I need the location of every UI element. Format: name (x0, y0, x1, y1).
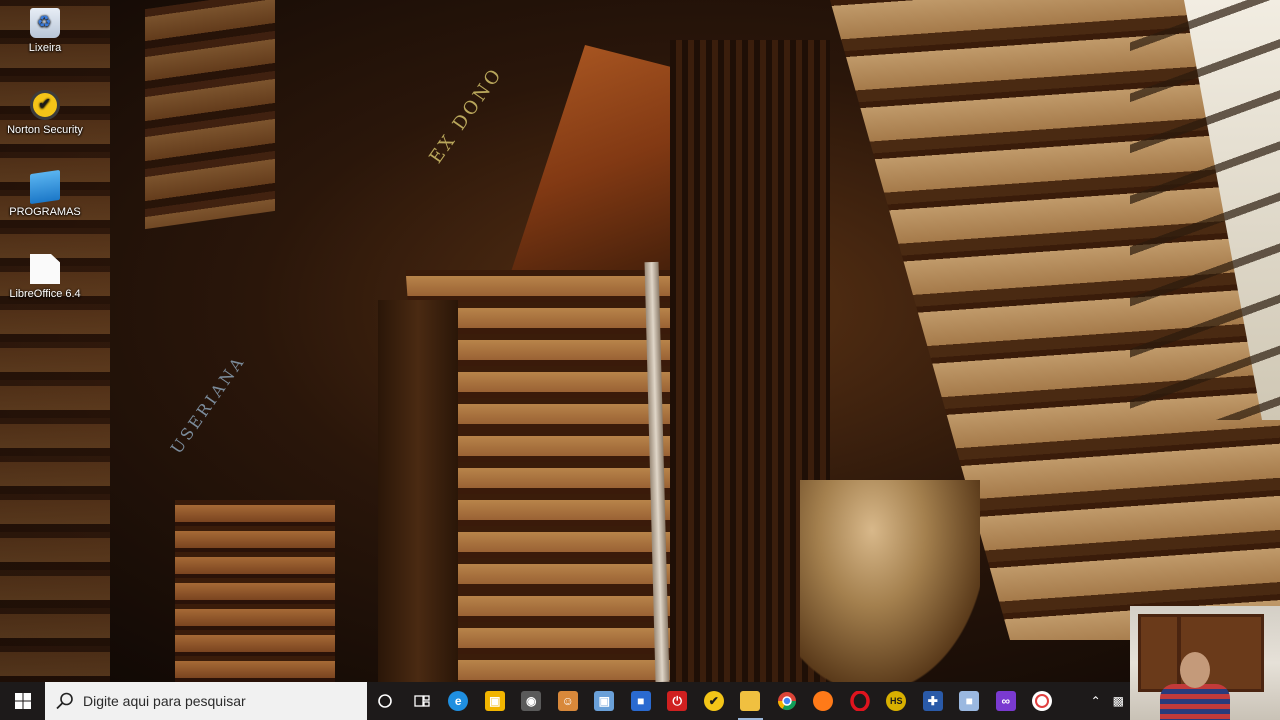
desktop-icon-norton-security[interactable]: Norton Security (0, 90, 90, 136)
taskbar-edge[interactable]: e (440, 682, 477, 720)
desktop-icon-libreoffice[interactable]: LibreOffice 6.4 (0, 254, 90, 300)
taskbar-file-explorer[interactable] (732, 682, 769, 720)
pillar-left (378, 300, 458, 682)
marble-bust (800, 480, 980, 682)
taskbar-app-red-circle[interactable] (1024, 682, 1061, 720)
taskbar-search-box[interactable]: Digite aqui para pesquisar (45, 682, 367, 720)
taskbar-power-red[interactable]: ⏻ (659, 682, 696, 720)
app-red-circle-icon (1032, 691, 1053, 711)
norton-taskbar-icon: ✔ (703, 691, 724, 711)
chevron-up-icon[interactable]: ⌃ (1091, 694, 1101, 708)
cortana-circle-icon (378, 694, 393, 708)
opera-icon (850, 691, 870, 711)
taskbar-app-blue[interactable]: ■ (623, 682, 660, 720)
hs-icon: HS (886, 691, 907, 711)
document-icon (30, 254, 60, 284)
edge-icon: e (448, 691, 469, 711)
taskbar: Digite aqui para pesquisar e ▣ ◉ ☺ ▣ ■ ⏻… (0, 682, 1280, 720)
webcam-overlay (1130, 606, 1280, 720)
app-blue-icon: ■ (630, 691, 651, 711)
file-explorer-icon (740, 691, 761, 711)
taskbar-chrome[interactable] (769, 682, 806, 720)
desktop-icon-programas[interactable]: PROGRAMAS (0, 169, 90, 218)
app-tool-icon: ✚ (922, 691, 943, 711)
search-icon (56, 692, 73, 710)
taskbar-cube-app[interactable]: ■ (951, 682, 988, 720)
desktop-icon-label: LibreOffice 6.4 (9, 288, 81, 300)
taskbar-app-photo[interactable]: ▣ (586, 682, 623, 720)
taskbar-opera[interactable] (842, 682, 879, 720)
desktop-icon-label: PROGRAMAS (9, 206, 81, 218)
taskbar-app-gray[interactable]: ◉ (513, 682, 550, 720)
taskbar-app-tool[interactable]: ✚ (915, 682, 952, 720)
app-orange-icon: ☺ (557, 691, 578, 711)
system-tray: ⌃ ▩ (1085, 682, 1130, 720)
desktop-icon-lixeira[interactable]: Lixeira (0, 8, 90, 54)
app-gray-icon: ◉ (521, 691, 542, 711)
store-icon: ▣ (484, 691, 505, 711)
library-ladder (1130, 0, 1280, 420)
norton-icon (30, 90, 60, 120)
windows-logo-icon (14, 693, 31, 709)
visual-studio-icon: ∞ (995, 691, 1016, 711)
network-icon[interactable]: ▩ (1113, 694, 1124, 708)
bookshelf-lower-left (175, 500, 335, 682)
bookshelf-upper-left (145, 0, 275, 230)
taskbar-visual-studio[interactable]: ∞ (988, 682, 1025, 720)
cube-icon: ■ (959, 691, 980, 711)
task-view-button[interactable] (404, 682, 441, 720)
desktop-wallpaper: EX DONO USERIANA (0, 0, 1280, 682)
taskbar-store[interactable]: ▣ (477, 682, 514, 720)
monitor-icon (30, 169, 60, 205)
engraving-useriana: USERIANA (166, 351, 249, 458)
power-red-icon: ⏻ (667, 691, 688, 711)
taskbar-app-orange[interactable]: ☺ (550, 682, 587, 720)
engraving-ex-dono: EX DONO (425, 63, 508, 168)
taskbar-norton[interactable]: ✔ (696, 682, 733, 720)
recycle-bin-icon (30, 8, 60, 38)
desktop-icon-label: Lixeira (28, 42, 62, 54)
desktop-icon-label: Norton Security (7, 124, 83, 136)
search-placeholder: Digite aqui para pesquisar (83, 693, 246, 709)
firefox-icon (813, 691, 834, 711)
taskbar-hs-app[interactable]: HS (878, 682, 915, 720)
webcam-person (1160, 652, 1230, 720)
start-button[interactable] (0, 682, 45, 720)
chrome-icon (777, 692, 796, 711)
app-photo-icon: ▣ (594, 691, 615, 711)
cortana-button[interactable] (367, 682, 404, 720)
task-view-icon (414, 695, 430, 707)
taskbar-firefox[interactable] (805, 682, 842, 720)
